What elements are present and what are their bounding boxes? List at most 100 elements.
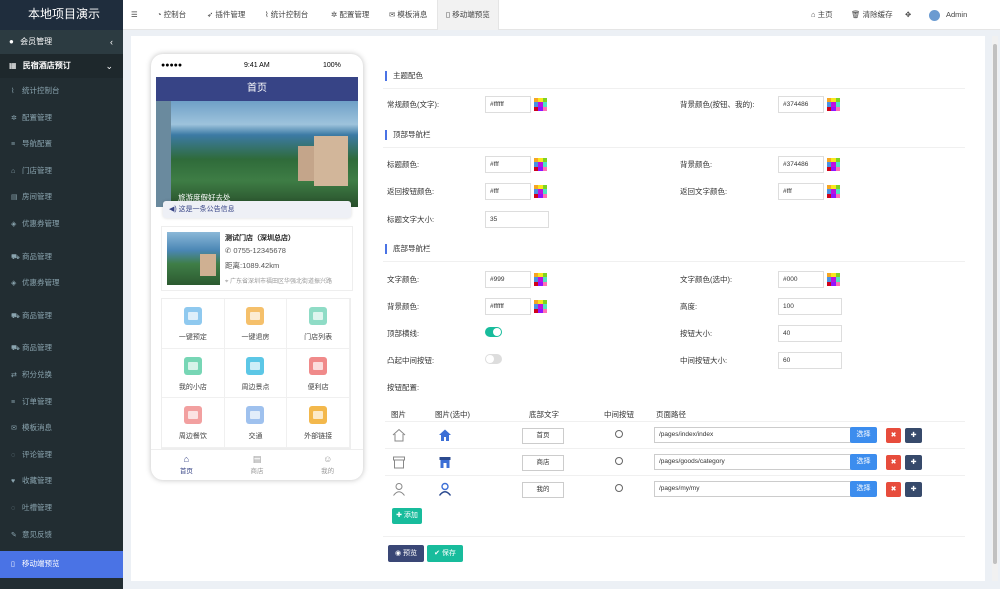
phone-tab-me[interactable]: ☺ 我的 bbox=[292, 450, 363, 480]
sidebar-item[interactable]: ⌂ 门店管理 bbox=[0, 158, 123, 185]
middle-button-radio[interactable] bbox=[615, 430, 623, 438]
add-row-button[interactable]: ✚ 添加 bbox=[392, 508, 422, 524]
sidebar-item[interactable]: ≡ 订单管理 bbox=[0, 389, 123, 416]
topline-toggle[interactable] bbox=[485, 327, 502, 337]
home-icon[interactable] bbox=[392, 428, 406, 442]
phone-tab-home[interactable]: ⌂ 首页 bbox=[151, 450, 222, 480]
tab-dashboard[interactable]: ◔ 控制台 bbox=[157, 0, 186, 30]
bottom-text-sel-input[interactable]: #000 bbox=[778, 271, 824, 288]
title-color-input[interactable]: #fff bbox=[485, 156, 531, 173]
sidebar-item[interactable]: ≡ 导航配置 bbox=[0, 131, 123, 158]
plus-icon[interactable]: ✚ bbox=[905, 482, 922, 497]
btn-size-input[interactable]: 40 bbox=[778, 325, 842, 342]
page-path-input[interactable]: /pages/my/my bbox=[654, 481, 851, 497]
notice-bar[interactable]: ◀) 这是一条公告信息 bbox=[163, 201, 351, 218]
grid-item[interactable]: 周边景点 bbox=[224, 348, 288, 399]
tab-mobile-preview[interactable]: ▯ 移动端预览 bbox=[437, 0, 499, 30]
plus-icon[interactable]: ✚ bbox=[905, 455, 922, 470]
home-icon: ⌂ bbox=[811, 10, 818, 19]
grid-item[interactable]: 一键预定 bbox=[162, 299, 225, 349]
palette-icon[interactable] bbox=[827, 185, 840, 198]
clear-cache-link[interactable]: 🗑 清除缓存 bbox=[851, 0, 893, 30]
user-menu[interactable]: Admin bbox=[929, 0, 967, 30]
grid-item[interactable]: 周边餐饮 bbox=[162, 398, 225, 448]
back-color-input[interactable]: #fff bbox=[485, 183, 531, 200]
scrollbar-thumb[interactable] bbox=[993, 44, 997, 564]
bottom-bg-color-input[interactable]: #ffffff bbox=[485, 298, 531, 315]
sidebar-section-hotel[interactable]: ▦ 民宿酒店预订 ⌄ bbox=[0, 54, 123, 78]
bottom-text-color-input[interactable]: #999 bbox=[485, 271, 531, 288]
sidebar-item[interactable]: ◈ 优惠券管理 bbox=[0, 211, 123, 238]
palette-icon[interactable] bbox=[534, 300, 547, 313]
sidebar-item[interactable]: ▯ 移动端预览 bbox=[0, 551, 123, 578]
theme-text-color-input[interactable]: #ffffff bbox=[485, 96, 531, 113]
sidebar-item[interactable]: ◈ 优惠券管理 bbox=[0, 270, 123, 297]
select-button[interactable]: 选择 bbox=[850, 481, 877, 497]
mid-size-input[interactable]: 60 bbox=[778, 352, 842, 369]
back-text-color-input[interactable]: #fff bbox=[778, 183, 824, 200]
plus-icon[interactable]: ✚ bbox=[905, 428, 922, 443]
sidebar-item[interactable]: ◌ 评论管理 bbox=[0, 442, 123, 469]
sidebar-item[interactable]: ⇄ 积分兑换 bbox=[0, 362, 123, 389]
sidebar-item[interactable]: ♥ 收藏管理 bbox=[0, 468, 123, 495]
grid-item[interactable]: 便利店 bbox=[287, 348, 350, 399]
sidebar-item[interactable]: ▤ 房间管理 bbox=[0, 184, 123, 211]
nav-bg-color-input[interactable]: #374486 bbox=[778, 156, 824, 173]
sidebar-section-members[interactable]: ● 会员管理 ‹ bbox=[0, 30, 123, 54]
palette-icon[interactable] bbox=[534, 273, 547, 286]
delete-icon[interactable]: ✖ bbox=[886, 455, 901, 470]
sidebar-item[interactable]: ✲ 配置管理 bbox=[0, 105, 123, 132]
middle-button-radio[interactable] bbox=[615, 457, 623, 465]
user-icon[interactable] bbox=[392, 482, 406, 496]
title-size-input[interactable]: 35 bbox=[485, 211, 549, 228]
menu-toggle-icon[interactable]: ☰ bbox=[131, 0, 138, 30]
store-icon[interactable] bbox=[438, 455, 452, 469]
preview-button[interactable]: ◉ 预览 bbox=[388, 545, 424, 562]
banner-image[interactable]: 旅游度假好去处 bbox=[156, 101, 358, 207]
fullscreen-icon[interactable]: ✥ bbox=[905, 0, 911, 30]
sidebar-item[interactable]: ✎ 意见反馈 bbox=[0, 522, 123, 549]
palette-icon[interactable] bbox=[827, 98, 840, 111]
tab-template-msg[interactable]: ✉ 模板消息 bbox=[389, 0, 427, 30]
sidebar-item[interactable]: ⛟ 商品管理 bbox=[0, 303, 123, 330]
page-path-input[interactable]: /pages/goods/category bbox=[654, 454, 851, 470]
tab-stats[interactable]: ⌇ 统计控制台 bbox=[265, 0, 308, 30]
palette-icon[interactable] bbox=[534, 158, 547, 171]
palette-icon[interactable] bbox=[534, 98, 547, 111]
store-card[interactable]: 测试门店（深圳总店） ✆ 0755-12345678 距离:1089.42km … bbox=[161, 226, 353, 291]
bottom-text-input[interactable]: 我的 bbox=[522, 482, 564, 498]
tab-config[interactable]: ✲ 配置管理 bbox=[331, 0, 369, 30]
scrollbar[interactable] bbox=[992, 36, 998, 581]
grid-item[interactable]: 外部链接 bbox=[287, 398, 350, 448]
bottom-text-input[interactable]: 商店 bbox=[522, 455, 564, 471]
sidebar-item[interactable]: ✉ 模板消息 bbox=[0, 415, 123, 442]
save-button[interactable]: ✔ 保存 bbox=[427, 545, 463, 562]
sidebar-item[interactable]: ⛟ 商品管理 bbox=[0, 335, 123, 362]
delete-icon[interactable]: ✖ bbox=[886, 428, 901, 443]
theme-bg-color-input[interactable]: #374486 bbox=[778, 96, 824, 113]
store-icon[interactable] bbox=[392, 455, 406, 469]
raised-btn-toggle[interactable] bbox=[485, 354, 502, 364]
home-link[interactable]: ⌂ 主页 bbox=[811, 0, 833, 30]
palette-icon[interactable] bbox=[827, 158, 840, 171]
grid-item[interactable]: 我的小店 bbox=[162, 348, 225, 399]
palette-icon[interactable] bbox=[534, 185, 547, 198]
middle-button-radio[interactable] bbox=[615, 484, 623, 492]
bottom-text-input[interactable]: 首页 bbox=[522, 428, 564, 444]
user-icon[interactable] bbox=[438, 482, 452, 496]
phone-tab-shop[interactable]: ▤ 商店 bbox=[222, 450, 293, 480]
tab-plugins[interactable]: ➶ 插件管理 bbox=[207, 0, 245, 30]
palette-icon[interactable] bbox=[827, 273, 840, 286]
select-button[interactable]: 选择 bbox=[850, 454, 877, 470]
page-path-input[interactable]: /pages/index/index bbox=[654, 427, 851, 443]
grid-item[interactable]: 交通 bbox=[224, 398, 288, 448]
grid-item[interactable]: 一键退房 bbox=[224, 299, 288, 349]
select-button[interactable]: 选择 bbox=[850, 427, 877, 443]
home-icon[interactable] bbox=[438, 428, 452, 442]
delete-icon[interactable]: ✖ bbox=[886, 482, 901, 497]
sidebar-item[interactable]: ⌇ 统计控制台 bbox=[0, 78, 123, 105]
sidebar-item[interactable]: ⛟ 商品管理 bbox=[0, 244, 123, 271]
sidebar-item[interactable]: ◌ 吐槽管理 bbox=[0, 495, 123, 522]
grid-item[interactable]: 门店列表 bbox=[287, 299, 350, 349]
height-input[interactable]: 100 bbox=[778, 298, 842, 315]
